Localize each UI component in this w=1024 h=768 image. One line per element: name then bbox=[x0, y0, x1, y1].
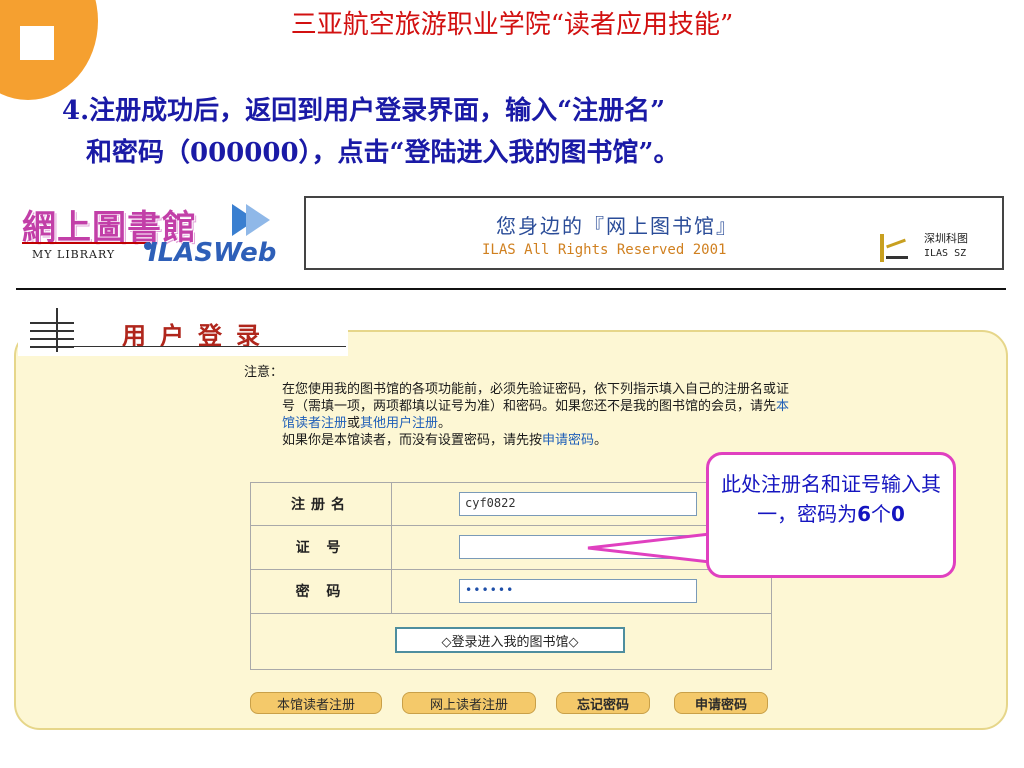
notice-heading: 注意： bbox=[244, 365, 284, 380]
logo-arrow-light-icon bbox=[246, 204, 270, 236]
logo-brand-text: ILASWeb bbox=[148, 238, 277, 268]
banner-title: 您身边的『网上图书馆』 bbox=[496, 214, 738, 238]
notice-paragraph-1: 在您使用我的图书馆的各项功能前，必须先验证密码，依下列指示填入自己的注册名或证号… bbox=[244, 381, 790, 432]
online-reader-register-button[interactable]: 网上读者注册 bbox=[402, 692, 536, 714]
apply-password-link[interactable]: 申请密码 bbox=[542, 433, 594, 448]
username-row: 注册名 cyf0822 bbox=[251, 483, 771, 526]
slide-title: 三亚航空旅游职业学院“读者应用技能” bbox=[290, 10, 734, 40]
company-code: ILAS SZ bbox=[924, 248, 967, 259]
callout-text: 此处注册名和证号输入其一，密码为 bbox=[721, 472, 941, 526]
notice-para1-text: 在您使用我的图书馆的各项功能前，必须先验证密码，依下列指示填入自己的注册名或证号… bbox=[282, 382, 790, 414]
other-user-register-link[interactable]: 其他用户注册 bbox=[360, 416, 438, 431]
notice-text: 注意： 在您使用我的图书馆的各项功能前，必须先验证密码，依下列指示填入自己的注册… bbox=[244, 364, 790, 449]
callout-mid: 个 bbox=[871, 502, 891, 526]
login-submit-button[interactable]: ◇登录进入我的图书馆◇ bbox=[395, 627, 625, 653]
callout-num-6: 6 bbox=[857, 502, 871, 526]
callout-note: 此处注册名和证号输入其一，密码为6个0 bbox=[706, 452, 956, 578]
instruction-line-1: 4.注册成功后，返回到用户登录界面，输入“注册名” bbox=[62, 96, 666, 126]
forgot-password-button[interactable]: 忘记密码 bbox=[556, 692, 650, 714]
notice-or: 或 bbox=[347, 416, 361, 431]
company-name: 深圳科图 bbox=[924, 232, 968, 245]
password-label: 密 码 bbox=[251, 569, 392, 613]
logo-divider bbox=[22, 242, 150, 244]
login-form: 注册名 cyf0822 证 号 密 码 •••••• ◇登录进入我的图书馆◇ bbox=[250, 482, 772, 670]
logo-en-text: MY LIBRARY bbox=[32, 248, 116, 261]
header-banner: 您身边的『网上图书馆』 ILAS All Rights Reserved 200… bbox=[304, 196, 1004, 270]
username-input[interactable]: cyf0822 bbox=[459, 492, 697, 516]
local-reader-register-button[interactable]: 本馆读者注册 bbox=[250, 692, 382, 714]
library-logo: 網上圖書館 MY LIBRARY ILASWeb bbox=[18, 200, 283, 270]
card-number-label: 证 号 bbox=[251, 525, 392, 569]
instruction-line-2: 和密码（000000），点击“登陆进入我的图书馆”。 bbox=[86, 138, 680, 168]
banner-subtitle: ILAS All Rights Reserved 2001 bbox=[482, 242, 727, 258]
callout-pointer bbox=[587, 532, 710, 564]
header-divider bbox=[16, 288, 1006, 290]
apply-password-button[interactable]: 申请密码 bbox=[674, 692, 768, 714]
password-row: 密 码 •••••• bbox=[251, 569, 771, 614]
notice-paragraph-2: 如果你是本馆读者，而没有设置密码，请先按申请密码。 bbox=[244, 432, 790, 449]
callout-num-0: 0 bbox=[891, 502, 905, 526]
notice-period: 。 bbox=[438, 416, 452, 431]
login-title-underline bbox=[30, 346, 346, 347]
notice-para2-text: 如果你是本馆读者，而没有设置密码，请先按 bbox=[282, 433, 543, 448]
username-label: 注册名 bbox=[251, 483, 392, 525]
password-input[interactable]: •••••• bbox=[459, 579, 697, 603]
company-logo-icon bbox=[876, 230, 912, 264]
submit-row: ◇登录进入我的图书馆◇ bbox=[251, 613, 771, 669]
notice-para2-end: 。 bbox=[594, 433, 608, 448]
